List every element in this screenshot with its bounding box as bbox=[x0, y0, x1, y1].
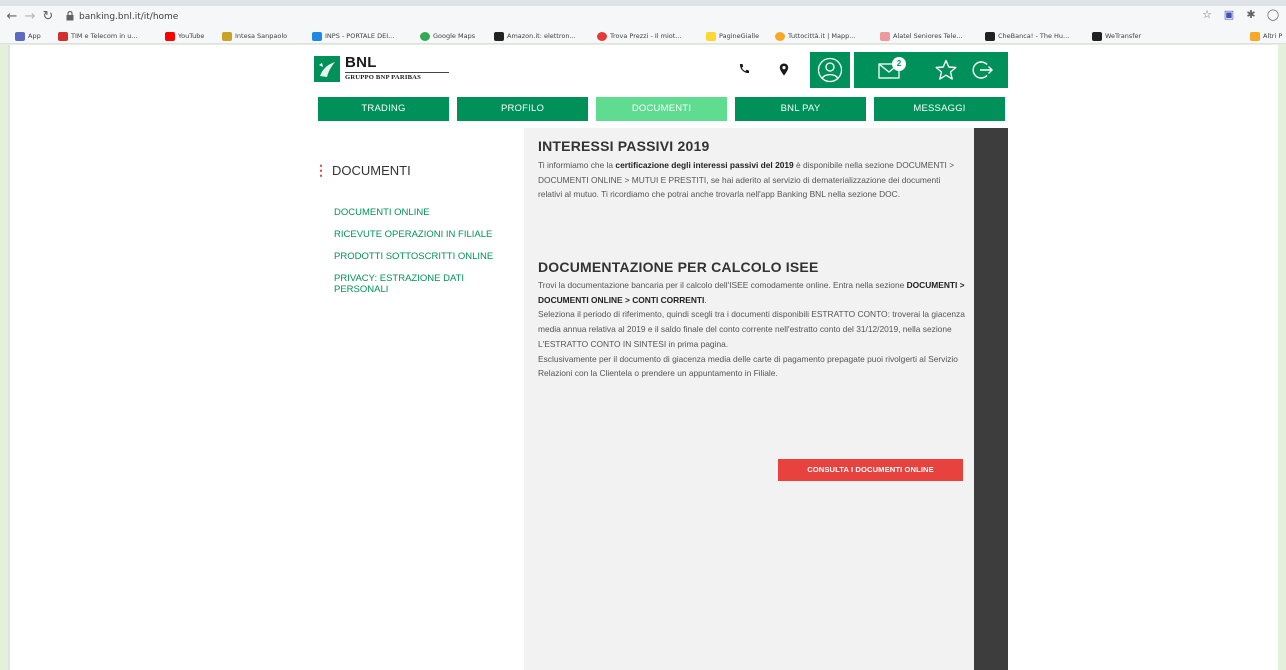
bookmarks-bar: App TIM e Telecom in u... YouTube Intesa… bbox=[0, 28, 1286, 44]
logo-subtitle: GRUPPO BNP PARIBAS bbox=[345, 74, 422, 81]
vertical-dots-icon: ⋮ bbox=[314, 162, 328, 178]
unread-count-badge: 2 bbox=[892, 57, 906, 71]
amazon-favicon-icon bbox=[494, 31, 504, 41]
tab-bnl-pay[interactable]: BNL PAY bbox=[735, 97, 866, 121]
user-icon bbox=[817, 57, 843, 83]
apps-grid-icon bbox=[15, 31, 25, 41]
lock-icon bbox=[66, 11, 74, 21]
extension-icon[interactable]: ▣ bbox=[1222, 8, 1236, 22]
browser-extension-area: ☆ ▣ ✱ ◯ bbox=[1200, 8, 1286, 26]
sidebar-item-ricevute-operazioni[interactable]: RICEVUTE OPERAZIONI IN FILIALE bbox=[334, 229, 514, 240]
header-actions-bar: 2 bbox=[854, 52, 1008, 88]
bookmark-item[interactable]: Tuttocittà.it | Mapp... bbox=[775, 30, 855, 42]
bookmark-item[interactable]: Alatel Seniores Tele... bbox=[880, 30, 963, 42]
bookmark-item[interactable]: WeTransfer bbox=[1092, 30, 1141, 42]
intesa-favicon-icon bbox=[222, 31, 232, 41]
bookmark-item[interactable]: Intesa Sanpaolo bbox=[222, 30, 287, 42]
chebanca-favicon-icon bbox=[985, 31, 995, 41]
maps-pin-icon bbox=[420, 31, 430, 41]
bookmark-item[interactable]: Google Maps bbox=[420, 30, 475, 42]
alatel-favicon-icon bbox=[880, 31, 890, 41]
logout-icon[interactable] bbox=[972, 59, 994, 81]
logo-text: BNL bbox=[345, 54, 377, 71]
messages-button[interactable]: 2 bbox=[878, 57, 908, 80]
right-side-panel bbox=[974, 128, 1008, 670]
wetransfer-favicon-icon bbox=[1092, 31, 1102, 41]
phone-icon[interactable] bbox=[734, 58, 754, 80]
section-title-isee: DOCUMENTAZIONE PER CALCOLO ISEE bbox=[538, 259, 819, 275]
url-text[interactable]: banking.bnl.it/it/home bbox=[79, 10, 178, 24]
bookmark-item[interactable]: INPS - PORTALE DEI... bbox=[312, 30, 394, 42]
tab-profilo[interactable]: PROFILO bbox=[457, 97, 588, 121]
user-profile-button[interactable] bbox=[810, 52, 850, 88]
bookmark-item[interactable]: PagineGialle bbox=[706, 30, 759, 42]
star-favorites-icon[interactable] bbox=[934, 58, 958, 82]
main-nav-tabs: TRADING PROFILO DOCUMENTI BNL PAY MESSAG… bbox=[318, 97, 1005, 121]
star-bookmark-icon[interactable]: ☆ bbox=[1200, 8, 1214, 22]
tuttocitta-favicon-icon bbox=[775, 31, 785, 41]
sidebar-title-text: DOCUMENTI bbox=[332, 163, 411, 178]
tim-favicon-icon bbox=[58, 31, 68, 41]
bookmark-item[interactable]: YouTube bbox=[165, 30, 204, 42]
folder-icon bbox=[1250, 31, 1260, 41]
reload-icon[interactable]: ↻ bbox=[41, 9, 55, 25]
documents-sidebar: ⋮ DOCUMENTI DOCUMENTI ONLINE RICEVUTE OP… bbox=[310, 128, 524, 670]
bookmark-item[interactable]: Altri P bbox=[1250, 30, 1282, 42]
sidebar-item-privacy[interactable]: PRIVACY: ESTRAZIONE DATI PERSONALI bbox=[334, 273, 484, 295]
inps-favicon-icon bbox=[312, 31, 322, 41]
profile-icon[interactable]: ◯ bbox=[1266, 8, 1280, 22]
main-content: INTERESSI PASSIVI 2019 Ti informiamo che… bbox=[524, 128, 974, 670]
sidebar-title: ⋮ DOCUMENTI bbox=[314, 162, 411, 179]
paginegialle-favicon-icon bbox=[706, 31, 716, 41]
section-text-isee: Trovi la documentazione bancaria per il … bbox=[538, 280, 965, 379]
window-edge bbox=[8, 45, 10, 670]
site-header: BNL GRUPPO BNP PARIBAS 2 bbox=[310, 52, 1008, 88]
bookmark-item[interactable]: Trova Prezzi - Il miot... bbox=[597, 30, 682, 42]
bookmark-item[interactable]: CheBanca! - The Hu... bbox=[985, 30, 1069, 42]
logo-divider bbox=[345, 72, 449, 73]
bnl-logo[interactable]: BNL GRUPPO BNP PARIBAS bbox=[314, 54, 452, 84]
bnl-star-icon bbox=[314, 56, 340, 82]
bookmark-item[interactable]: App bbox=[15, 30, 41, 42]
forward-arrow-icon[interactable]: → bbox=[23, 9, 37, 25]
bookmark-item[interactable]: Amazon.it: elettron... bbox=[494, 30, 576, 42]
bookmark-item[interactable]: TIM e Telecom in u... bbox=[58, 30, 138, 42]
youtube-favicon-icon bbox=[165, 31, 175, 41]
trovaprezzi-favicon-icon bbox=[597, 31, 607, 41]
tab-trading[interactable]: TRADING bbox=[318, 97, 449, 121]
sidebar-item-prodotti-sottoscritti[interactable]: PRODOTTI SOTTOSCRITTI ONLINE bbox=[334, 251, 514, 262]
section-title-interessi: INTERESSI PASSIVI 2019 bbox=[538, 138, 710, 154]
tab-documenti[interactable]: DOCUMENTI bbox=[596, 97, 727, 121]
page-viewport: BNL GRUPPO BNP PARIBAS 2 TRADING PROFILO… bbox=[8, 45, 1278, 670]
consulta-documenti-button[interactable]: CONSULTA I DOCUMENTI ONLINE bbox=[778, 459, 963, 481]
back-arrow-icon[interactable]: ← bbox=[5, 9, 19, 25]
tab-messaggi[interactable]: MESSAGGI bbox=[874, 97, 1005, 121]
sidebar-item-documenti-online[interactable]: DOCUMENTI ONLINE bbox=[334, 207, 514, 218]
browser-address-bar: ← → ↻ banking.bnl.it/it/home ☆ ▣ ✱ ◯ bbox=[0, 6, 1286, 28]
section-text-interessi: Ti informiamo che la certificazione degl… bbox=[538, 160, 955, 200]
location-pin-icon[interactable] bbox=[774, 58, 794, 80]
puzzle-icon[interactable]: ✱ bbox=[1244, 8, 1258, 22]
